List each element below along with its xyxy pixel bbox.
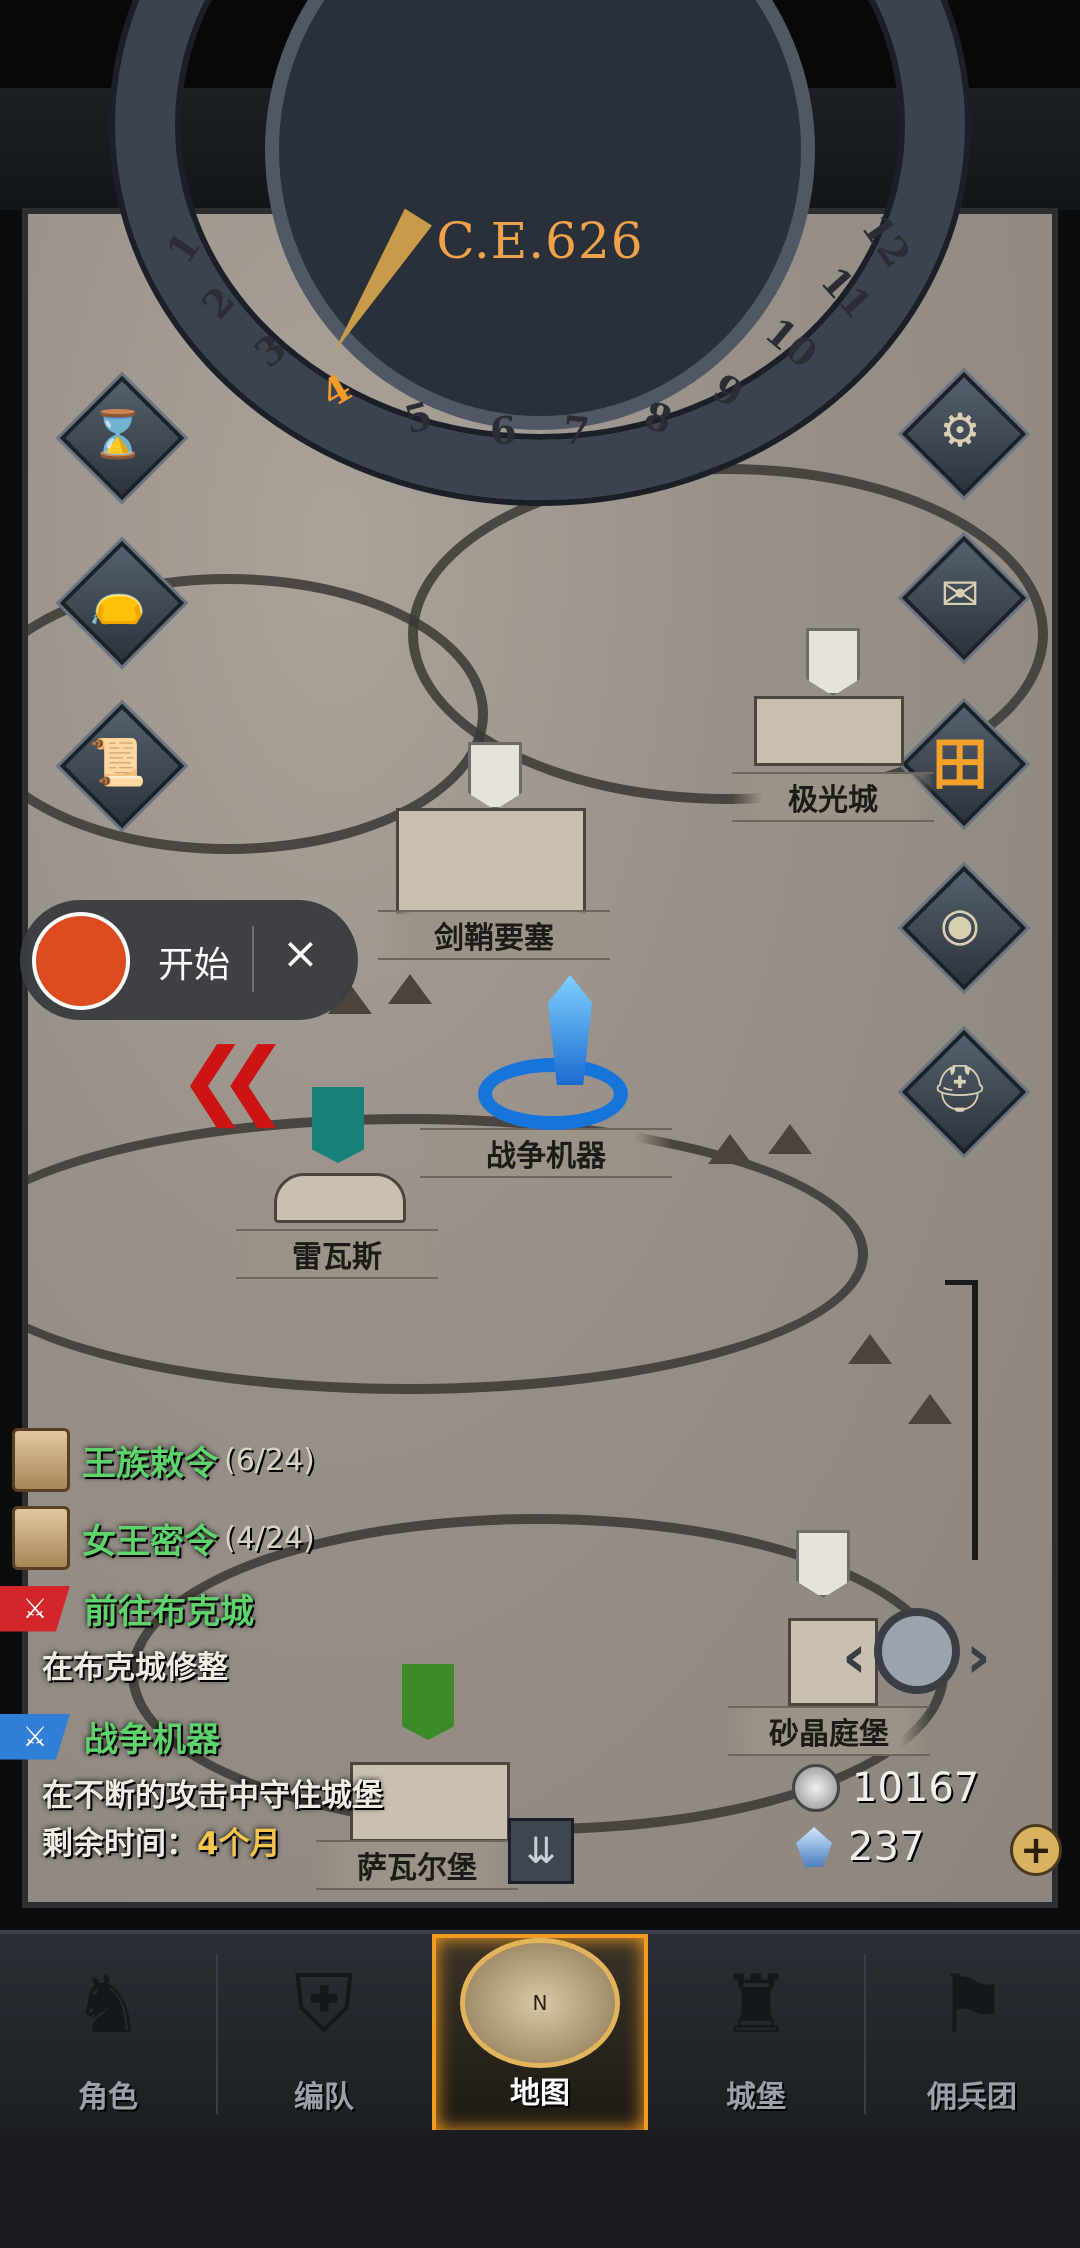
- city-name: 萨瓦尔堡: [316, 1840, 518, 1890]
- progress-flag: [945, 1280, 975, 1301]
- month-6[interactable]: 6: [488, 407, 518, 454]
- mission-title: 战争机器: [84, 1720, 220, 1760]
- mission-item[interactable]: ⚔ 战争机器: [0, 1712, 220, 1761]
- tab-castle[interactable]: ♜ 城堡: [648, 1934, 864, 2134]
- mountain: [388, 974, 432, 1004]
- helmet-icon: ⛑: [930, 1060, 990, 1115]
- compass-map-icon: N: [460, 1938, 620, 2068]
- tab-label: 编队: [294, 2080, 354, 2115]
- city-name: 极光城: [732, 772, 934, 822]
- scroll-button[interactable]: 📜: [59, 703, 185, 829]
- mission-title: 前往布克城: [84, 1592, 254, 1632]
- quest-progress: (4/24): [224, 1520, 315, 1556]
- mercenary-icon: ⚑: [936, 1957, 1008, 2051]
- compass-north: N: [532, 1991, 548, 2015]
- mission-desc: 在不断的攻击中守住城堡: [42, 1778, 383, 1814]
- tab-label: 佣兵团: [927, 2080, 1017, 2115]
- mountain: [768, 1124, 812, 1154]
- war-machine-ring: [478, 1058, 628, 1130]
- mail-button[interactable]: ✉: [901, 535, 1027, 661]
- close-icon[interactable]: ×: [282, 928, 319, 979]
- bag-button[interactable]: 👝: [59, 540, 185, 666]
- helmet-button[interactable]: ⛑: [901, 1029, 1027, 1155]
- quest-title: 王族敕令: [82, 1443, 218, 1484]
- quest-progress: (6/24): [224, 1442, 315, 1478]
- knight-icon: ♞: [72, 1957, 144, 2051]
- quest-title: 女王密令: [82, 1521, 218, 1562]
- quest-item[interactable]: 王族敕令 (6/24): [12, 1428, 315, 1492]
- bottom-nav: ♞ 角色 ⛨ 编队 N 地图 ♜ 城堡 ⚑ 佣兵团: [0, 1930, 1080, 2134]
- mail-icon: ✉: [940, 567, 980, 621]
- gear-icon: ⚙: [939, 403, 981, 457]
- crossed-swords-icon: ⚔: [0, 1585, 70, 1632]
- tab-mercenary[interactable]: ⚑ 佣兵团: [864, 1934, 1080, 2134]
- tab-label: 角色: [78, 2080, 138, 2115]
- collapse-down-icon[interactable]: ⇊: [508, 1818, 574, 1884]
- silver-resource: 10167: [792, 1764, 979, 1812]
- scroll-icon: 📜: [89, 734, 147, 789]
- helmet-squad-icon: ⛨: [294, 1957, 354, 2050]
- tab-map[interactable]: N 地图: [432, 1934, 648, 2134]
- silver-coin-icon: [792, 1764, 840, 1812]
- castle-icon: [396, 808, 586, 914]
- crosshair-icon: [874, 1608, 960, 1694]
- divider: [252, 926, 254, 992]
- silver-amount: 10167: [852, 1765, 980, 1811]
- crossed-swords-icon: ⚔: [0, 1713, 70, 1760]
- faction-banner-icon: [312, 1087, 364, 1163]
- castle-icon: ♜: [720, 1957, 792, 2051]
- progress-pole: [972, 1280, 978, 1560]
- time-remaining: 剩余时间：4个月: [42, 1818, 281, 1863]
- record-button[interactable]: [32, 912, 130, 1010]
- tab-label: 城堡: [726, 2080, 786, 2115]
- city-name: 战争机器: [420, 1128, 672, 1178]
- tab-label: 地图: [510, 2076, 570, 2111]
- faction-banner-icon: [402, 1664, 454, 1740]
- money-bag-icon: 👝: [89, 571, 147, 626]
- tab-character[interactable]: ♞ 角色: [0, 1934, 216, 2134]
- calendar-dial[interactable]: C.E.626 1 2 3 4 5 6 7 8 9 10 11 12: [115, 0, 965, 500]
- crystal-resource: 237: [792, 1824, 924, 1870]
- locate-button[interactable]: ‹ ›: [842, 1600, 992, 1710]
- city-name: 剑鞘要塞: [378, 910, 610, 960]
- hourglass-button[interactable]: ⌛: [59, 375, 185, 501]
- time-label: 剩余时间：: [42, 1826, 197, 1862]
- crystal-icon: [796, 1827, 832, 1867]
- coin-button[interactable]: ◉: [901, 865, 1027, 991]
- arrow-right-icon: ›: [966, 1622, 991, 1692]
- city-name: 雷瓦斯: [236, 1229, 438, 1279]
- time-value: 4个月: [197, 1826, 281, 1862]
- mission-desc: 在布克城修整: [42, 1650, 228, 1686]
- mountain: [708, 1134, 752, 1164]
- castle-icon: [754, 696, 904, 766]
- city-name: 砂晶庭堡: [728, 1706, 930, 1756]
- screen-recorder-panel[interactable]: 开始 ×: [20, 900, 358, 1020]
- scroll-icon: [12, 1506, 70, 1570]
- mountain: [848, 1334, 892, 1364]
- hourglass-icon: ⌛: [89, 406, 147, 461]
- chevron-left-icon[interactable]: ❮❮: [178, 1030, 289, 1128]
- mission-item[interactable]: ⚔ 前往布克城: [0, 1584, 254, 1633]
- settlement-icon: [274, 1173, 406, 1223]
- scroll-icon: [12, 1428, 70, 1492]
- system-nav-bar: [0, 2130, 1080, 2248]
- mountain: [908, 1394, 952, 1424]
- add-resource-button[interactable]: +: [1010, 1824, 1062, 1876]
- crystal-amount: 237: [848, 1824, 925, 1870]
- settings-button[interactable]: ⚙: [901, 371, 1027, 497]
- start-label[interactable]: 开始: [158, 936, 230, 988]
- quest-item[interactable]: 女王密令 (4/24): [12, 1506, 315, 1570]
- coin-stack-icon: ◉: [939, 897, 981, 951]
- year-label: C.E.626: [436, 212, 644, 270]
- month-7[interactable]: 7: [561, 407, 591, 454]
- tab-formation[interactable]: ⛨ 编队: [216, 1934, 432, 2134]
- arrow-left-icon: ‹: [842, 1622, 867, 1692]
